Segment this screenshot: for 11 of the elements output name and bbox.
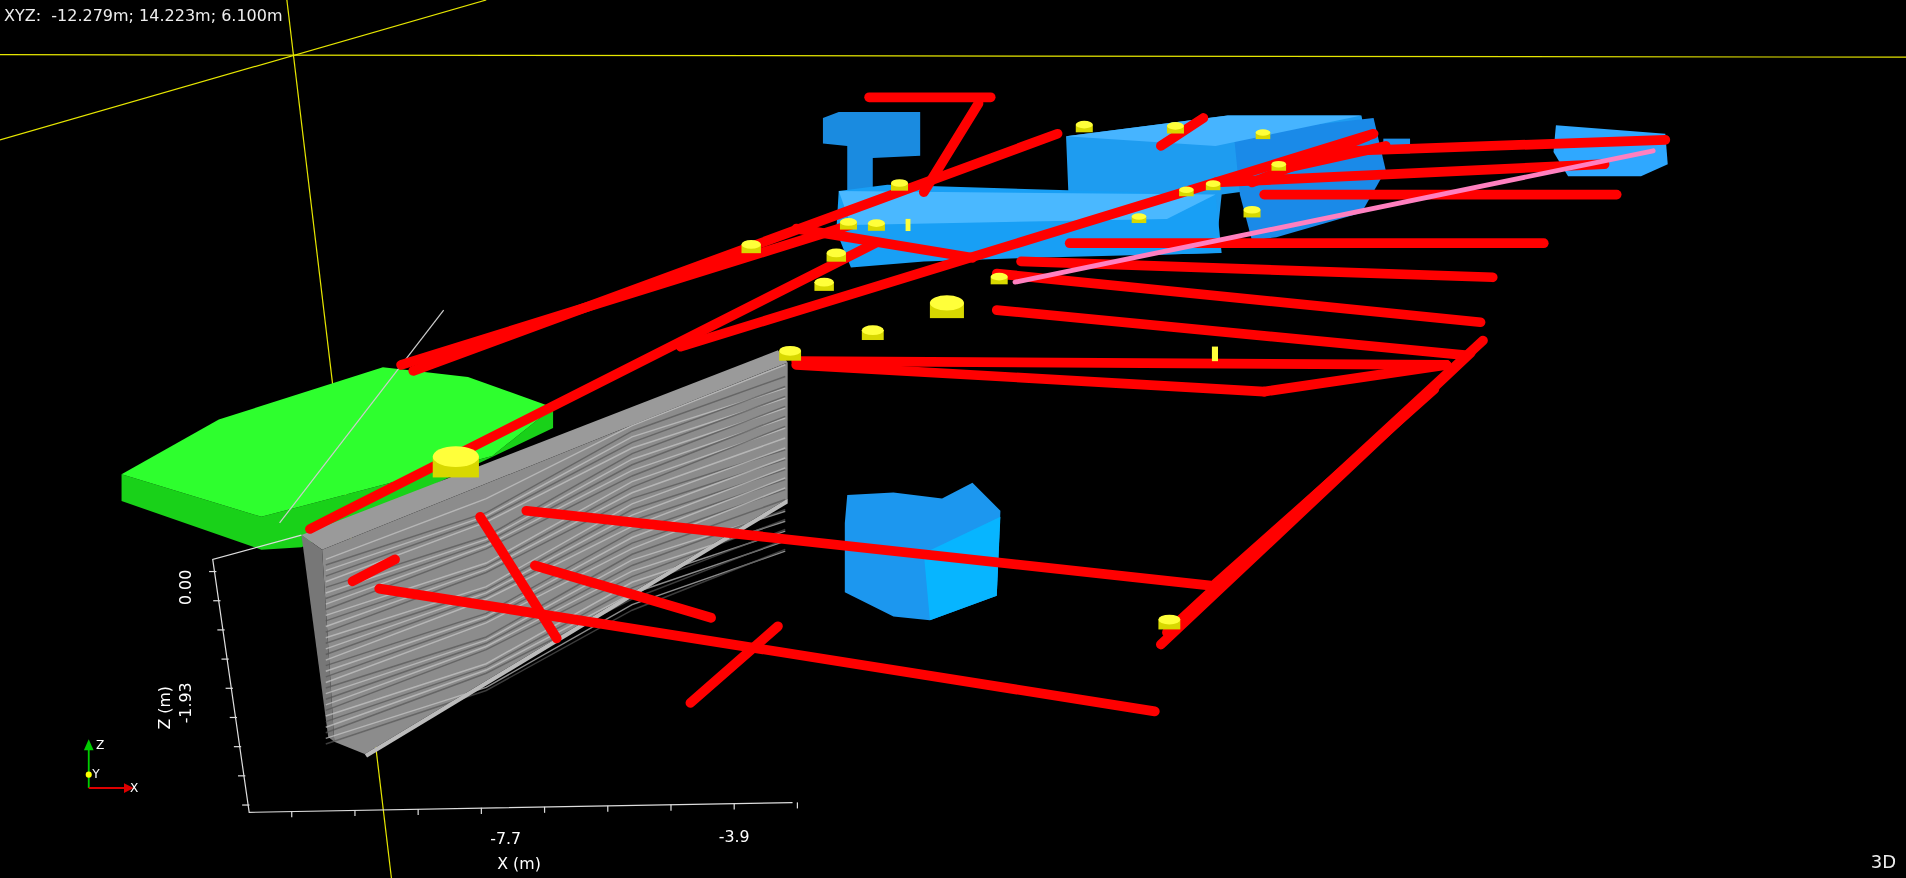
- view-mode-label: 3D: [1870, 851, 1896, 872]
- z-tick-label: 0.00: [175, 569, 195, 605]
- x-tick-label: -3.9: [718, 826, 750, 846]
- gizmo-y-label: Y: [92, 767, 100, 782]
- gizmo-z-label: Z: [96, 738, 105, 753]
- x-tick-label: -7.7: [490, 828, 522, 848]
- coordinate-readout: XYZ: -12.279m; 14.223m; 6.100m: [4, 6, 283, 25]
- gizmo-x-label: X: [130, 780, 139, 795]
- z-tick-label: -1.93: [175, 682, 195, 724]
- x-axis-title: X (m): [497, 854, 541, 874]
- z-axis-title: Z (m): [155, 685, 175, 730]
